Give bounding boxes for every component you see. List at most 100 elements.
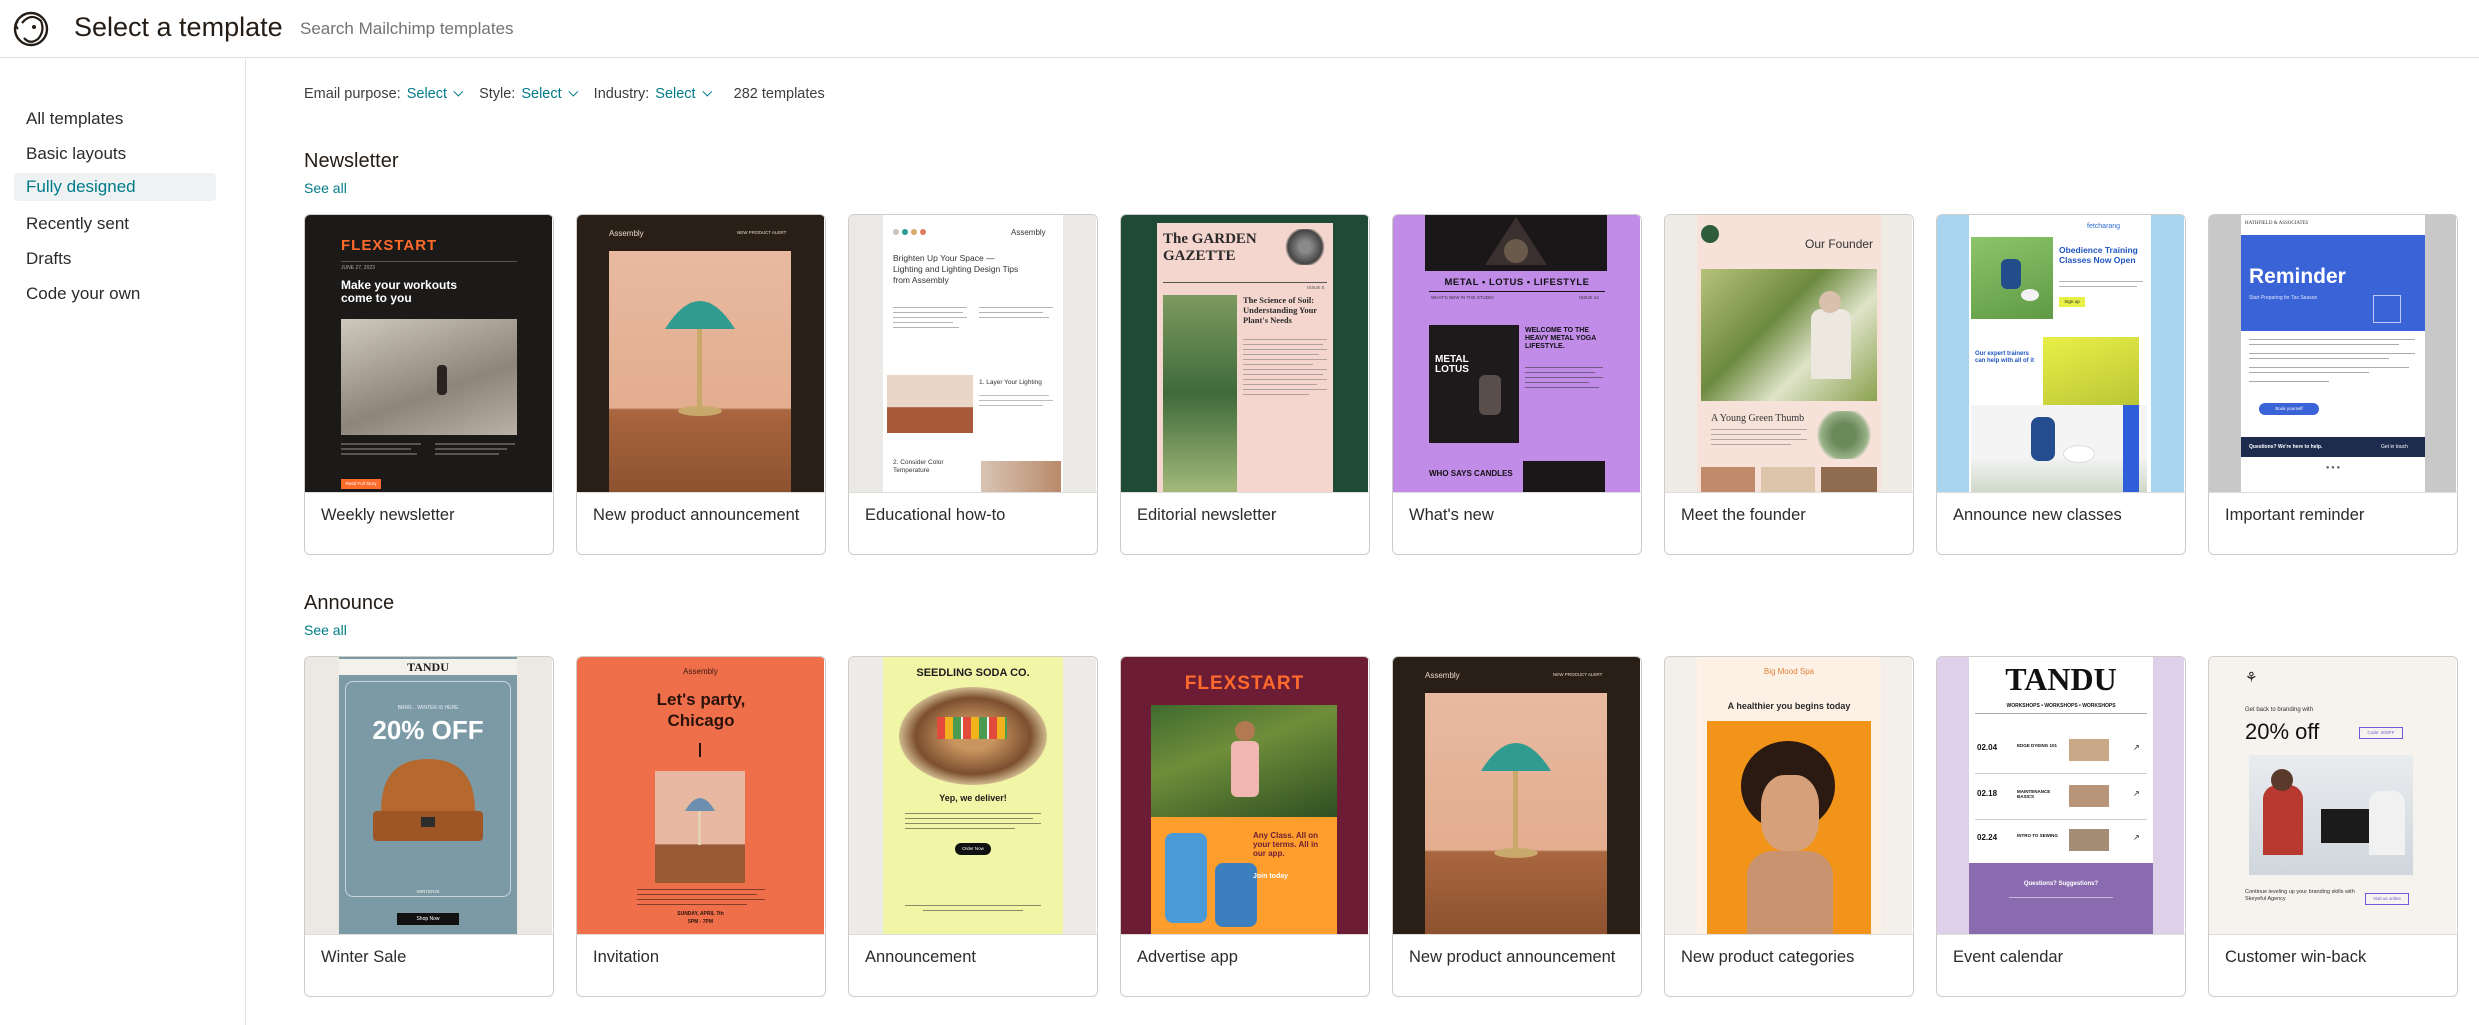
arrow-icon: ↗ [2133, 833, 2140, 842]
template-card-customer-win-back[interactable]: ⚘ Get back to branding with 20% off Code… [2208, 656, 2458, 997]
template-thumbnail: Our Founder A Young Green Thumb [1665, 215, 1912, 492]
template-card-label: Meet the founder [1681, 506, 1806, 524]
thumb-headline: 20% off [2245, 719, 2320, 744]
thumb-headline: Obedience Training Classes Now Open [2059, 245, 2138, 265]
thumb-photo-meeting [2249, 755, 2413, 875]
section-title-announce: Announce [304, 592, 395, 614]
filter-bar: Email purpose: Select Style: Select Indust… [304, 86, 825, 106]
template-card-label: Advertise app [1137, 948, 1238, 966]
chevron-down-icon [701, 86, 712, 97]
thumb-event-date: 02.18 [1977, 789, 1998, 798]
template-card-label: New product announcement [593, 506, 800, 524]
thumb-footer-bar: Questions? We're here to help. Get in to… [2241, 437, 2425, 457]
thumb-photo-lamp [1425, 693, 1607, 934]
thumb-headline: A healthier you begins today [1727, 701, 1851, 711]
template-card-label: Editorial newsletter [1137, 506, 1277, 524]
thumb-event-photo [2069, 739, 2109, 761]
thumb-brand: FLEXSTART [341, 237, 438, 254]
sidebar-item-fully-designed[interactable]: Fully designed [14, 173, 216, 201]
page-title: Select a template [74, 12, 283, 42]
template-count: 282 templates [733, 86, 825, 103]
thumb-footer: Questions? We're here to help. [2249, 444, 2323, 450]
thumb-brand: Assembly [683, 667, 718, 676]
template-card-announcement[interactable]: SEEDLING SODA CO. Yep, we deliver! Order… [848, 656, 1098, 997]
style-label: Style: [479, 86, 516, 103]
template-card-label: Announcement [865, 948, 976, 966]
thumb-brand: TANDU [2005, 661, 2117, 697]
thumb-illustration [1283, 229, 1327, 265]
mailchimp-logo-icon[interactable] [12, 9, 50, 49]
thumb-aside: Our expert trainers can help with all of… [1975, 351, 2035, 364]
template-card-important-reminder[interactable]: HATHFIELD & ASSOCIATES Reminder Start Pr… [2208, 214, 2458, 555]
thumb-when: SUNDAY, APRIL 7th [677, 911, 724, 917]
template-card-whats-new[interactable]: METAL • LOTUS • LIFESTYLE WHAT'S NEW IN … [1392, 214, 1642, 555]
template-card-label: Important reminder [2225, 506, 2365, 524]
thumb-headline: Reminder [2249, 265, 2346, 288]
thumb-dots [893, 229, 933, 237]
template-card-weekly-newsletter[interactable]: FLEXSTART JUNE 27, 2023 Make your workou… [304, 214, 554, 555]
sidebar-item-code-your-own[interactable]: Code your own [14, 280, 216, 308]
template-card-label: What's new [1409, 506, 1494, 524]
template-card-label: Event calendar [1953, 948, 2064, 966]
template-card-announce-new-classes[interactable]: fetcharang Obedience Training Classes No… [1936, 214, 2186, 555]
thumb-brand: SEEDLING SODA CO. [916, 667, 1030, 679]
thumb-event-date: 02.04 [1977, 743, 1998, 752]
template-card-winter-sale[interactable]: TANDU BRRR... WINTER IS HERE 20% OFF WIN… [304, 656, 554, 997]
template-thumbnail: Assembly NEW PRODUCT ALERT [1393, 657, 1640, 934]
thumb-badge: Code: 20OFF [2359, 727, 2403, 739]
top-header: Select a template [0, 0, 2479, 58]
sidebar-item-recently-sent[interactable]: Recently sent [14, 210, 216, 238]
thumb-event-photo [2069, 829, 2109, 851]
thumb-cap-illustration [373, 759, 483, 841]
sidebar-item-all-templates[interactable]: All templates [14, 105, 216, 133]
template-card-label: Announce new classes [1953, 506, 2122, 524]
email-purpose-label: Email purpose: [304, 86, 401, 103]
thumb-nav: NEW PRODUCT ALERT [737, 230, 787, 235]
template-thumbnail: TANDU BRRR... WINTER IS HERE 20% OFF WIN… [305, 657, 552, 934]
thumb-brand: TANDU [339, 659, 517, 675]
thumb-event-title: MAINTENANCE BASICS [2017, 789, 2051, 799]
template-card-invitation[interactable]: Assembly Let's party, Chicago SUNDAY, AP… [576, 656, 826, 997]
thumb-calculator-icon [2373, 295, 2401, 323]
industry-select[interactable]: Select [655, 86, 712, 102]
template-card-meet-the-founder[interactable]: Our Founder A Young Green Thumb Meet the… [1664, 214, 1914, 555]
thumb-footer: Questions? Suggestions? [2023, 881, 2099, 887]
see-all-newsletter-link[interactable]: See all [304, 180, 347, 196]
thumb-brand: Big Mood Spa [1763, 667, 1815, 676]
thumb-headline: Let's party, Chicago [656, 690, 746, 730]
thumb-brand: Assembly [1425, 671, 1460, 680]
template-card-educational-how-to[interactable]: Assembly Brighten Up Your Space — Lighti… [848, 214, 1098, 555]
sidebar-item-drafts[interactable]: Drafts [14, 245, 216, 273]
thumb-footer-block: Questions? Suggestions? [1969, 863, 2153, 934]
template-card-label: Educational how-to [865, 506, 1006, 524]
thumb-body: Continue leveling up your branding skill… [2245, 889, 2355, 902]
thumb-brand: Assembly [609, 229, 644, 238]
thumb-headline: Make your workouts come to you [341, 278, 458, 305]
template-card-new-product-categories[interactable]: Big Mood Spa A healthier you begins toda… [1664, 656, 1914, 997]
template-card-advertise-app[interactable]: FLEXSTART Any Class. All on your terms. … [1120, 656, 1370, 997]
thumb-code: WINTER20 [416, 889, 440, 894]
thumb-issue: ISSUE 5 [1307, 285, 1325, 290]
thumb-headline: Brighten Up Your Space — Lighting and Li… [893, 253, 1019, 285]
template-card-new-product-announcement-2[interactable]: Assembly NEW PRODUCT ALERT New product a… [1392, 656, 1642, 997]
template-card-event-calendar[interactable]: TANDU WORKSHOPS • WORKSHOPS • WORKSHOPS … [1936, 656, 2186, 997]
template-card-new-product-announcement[interactable]: Assembly NEW PRODUCT ALERT New product a… [576, 214, 826, 555]
style-select[interactable]: Select [521, 86, 578, 102]
thumb-event-date: 02.24 [1977, 833, 1998, 842]
thumb-nav: NEW PRODUCT ALERT [1553, 672, 1603, 677]
thumb-cta: Join today [1253, 873, 1289, 880]
thumb-photo-stairs [341, 319, 517, 435]
thumb-logo-icon [1701, 225, 1719, 243]
see-all-announce-link[interactable]: See all [304, 622, 347, 638]
template-card-editorial-newsletter[interactable]: The GARDEN GAZETTE ISSUE 5 The Science o… [1120, 214, 1370, 555]
email-purpose-select[interactable]: Select [407, 86, 464, 102]
section-title-newsletter: Newsletter [304, 150, 399, 172]
thumb-subhead: Start Preparing for Tax Season [2249, 295, 2318, 301]
thumb-brand: FLEXSTART [1184, 673, 1305, 694]
thumb-photo-lamp [655, 771, 745, 883]
thumb-plant-illustration [1813, 411, 1875, 459]
search-input[interactable] [300, 16, 900, 42]
template-card-label: New product announcement [1409, 948, 1616, 966]
sidebar-item-basic-layouts[interactable]: Basic layouts [14, 140, 216, 168]
thumb-photo-outdoor [1151, 705, 1337, 817]
